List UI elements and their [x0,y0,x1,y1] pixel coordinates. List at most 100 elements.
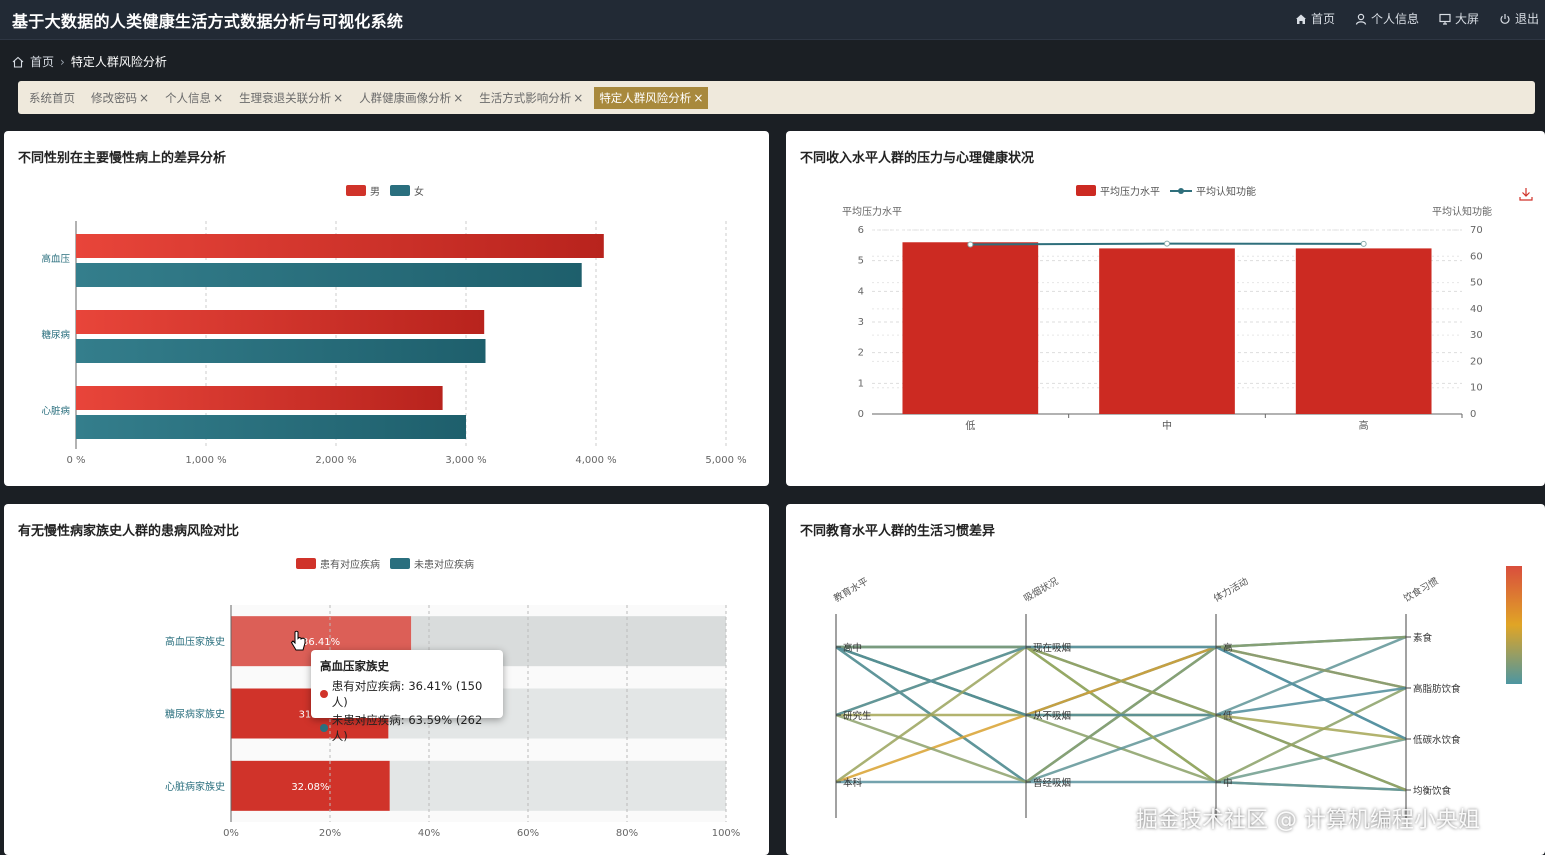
nav-home-label: 首页 [1310,12,1335,26]
axis-category-label: 低碳水饮食 [1413,734,1461,746]
axis-category-label: 高中 [843,642,862,654]
y-tick-label: 1 [858,378,864,389]
close-icon[interactable]: × [453,91,463,105]
axis-category-label: 中 [1223,777,1233,789]
tooltip-title: 高血压家族史 [320,659,389,673]
x-tick-label: 40% [418,828,440,839]
y2-tick-label: 30 [1470,330,1483,341]
close-icon[interactable]: × [573,91,583,105]
parallel-line [836,780,1407,792]
nav-bigscreen-label: 大屏 [1454,12,1479,26]
x-tick-label: 3,000 % [445,455,486,466]
close-icon[interactable]: × [333,91,343,105]
tab-label: 人群健康画像分析 [359,90,452,105]
axis-category-label: 高脂肪饮食 [1413,683,1461,695]
chart-tooltip: 高血压家族史 患有对应疾病: 36.41% (150人) 未患对应疾病: 63.… [311,650,503,743]
y2-tick-label: 20 [1470,356,1483,367]
x-tick-label: 60% [517,828,539,839]
parallel-line [836,713,1407,741]
tab-label: 个人信息 [165,90,212,105]
close-icon[interactable]: × [693,91,703,105]
y-tick-label: 心脏病家族史 [165,780,225,793]
bar [76,263,582,287]
bar [76,310,485,334]
panel-gender-chart: 不同性别在主要慢性病上的差异分析 男 女 0 % 1,000 % 2,000 % 3,… [4,131,769,486]
y-tick-label: 糖尿病家族史 [165,708,225,721]
tab-risk-analysis[interactable]: 特定人群风险分析 × [594,86,709,109]
watermark: 掘金技术社区 @ 计算机编程小央姐 [1136,808,1480,833]
tab-lifestyle-analysis[interactable]: 生活方式影响分析 × [474,87,588,109]
gender-bar-chart: 0 % 1,000 % 2,000 % 3,000 % 4,000 % 5,000 % 高血… [41,221,747,466]
tab-home[interactable]: 系统首页 [24,87,80,109]
breadcrumb-home[interactable]: 首页 [30,53,54,70]
tooltip-row: 患有对应疾病: 36.41% (150人) [320,678,494,710]
bar [1295,248,1432,414]
axis-category-label: 低 [1223,710,1233,722]
breadcrumb: 首页 › 特定人群风险分析 [12,53,167,70]
nav-bigscreen[interactable]: 大屏 [1439,10,1479,27]
x-tick-label: 中 [1162,419,1172,432]
parallel-line [835,635,1407,717]
bar [76,415,466,439]
y-tick-label: 高血压家族史 [165,635,225,648]
axis-category-label: 研究生 [843,710,872,722]
income-combo-chart: 平均压力水平 平均认知功能0123456010203040506070低中高 [842,205,1492,432]
x-tick-label: 高 [1359,419,1369,432]
power-icon [1500,13,1510,24]
home-icon [12,56,24,68]
y-tick-label: 心脏病 [41,405,70,417]
nav-profile-label: 个人信息 [1370,12,1419,26]
tab-profile[interactable]: 个人信息 × [160,87,228,109]
y2-tick-label: 40 [1470,304,1483,315]
close-icon[interactable]: × [139,91,149,105]
axis-name: 体力活动 [1212,575,1251,604]
close-icon[interactable]: × [213,91,223,105]
y2-tick-label: 0 [1470,409,1476,420]
parallel-line [835,635,1407,784]
app-title: 基于大数据的人类健康生活方式数据分析与可视化系统 [12,12,404,31]
tab-label: 系统首页 [29,90,75,105]
tab-label: 修改密码 [91,90,137,105]
x-tick-label: 2,000 % [315,455,356,466]
panel-income-chart: 不同收入水平人群的压力与心理健康状况 平均压力水平 平均认知功能 平均压力水平平… [786,131,1545,486]
nav-logout[interactable]: 退出 [1499,10,1539,27]
line-point [967,241,974,248]
x-tick-label: 5,000 % [705,455,746,466]
bar-value-label: 32.08% [291,782,329,793]
tab-label: 生活方式影响分析 [479,90,572,105]
top-bar: 基于大数据的人类健康生活方式数据分析与可视化系统 首页 个人信息 大屏 退出 [0,0,1545,40]
y-axis-title: 平均压力水平 [842,205,902,218]
top-nav: 首页 个人信息 大屏 退出 [1295,10,1539,27]
axis-name: 饮食习惯 [1402,575,1441,605]
line-point [1360,240,1367,247]
parallel-line [835,635,1407,784]
y2-tick-label: 50 [1470,278,1483,289]
tooltip-row-text: 未患对应疾病: 63.59% (262人) [331,713,483,743]
y2-tick-label: 70 [1470,225,1483,236]
nav-profile[interactable]: 个人信息 [1355,10,1419,27]
y-tick-label: 5 [858,256,864,267]
bar-unaffected [389,760,726,811]
axis-category-label: 均衡饮食 [1413,785,1452,797]
y-tick-label: 0 [858,409,864,420]
x-tick-label: 4,000 % [575,455,616,466]
x-tick-label: 20% [319,828,341,839]
x-tick-label: 80% [616,828,638,839]
axis-name: 吸烟状况 [1022,575,1061,605]
parallel-line [835,645,1407,741]
x-tick-label: 0 % [66,455,85,466]
line-point [1164,240,1170,247]
tab-decline-analysis[interactable]: 生理衰退关联分析 × [234,87,348,109]
nav-logout-label: 退出 [1514,12,1539,26]
x-tick-label: 0% [223,828,239,839]
tooltip-row-text: 患有对应疾病: 36.41% (150人) [331,679,483,709]
nav-home[interactable]: 首页 [1295,10,1335,27]
tab-label: 生理衰退关联分析 [239,90,332,105]
axis-category-label: 素食 [1413,632,1433,644]
y2-axis-title: 平均认知功能 [1432,205,1492,218]
axis-name: 教育水平 [832,575,871,605]
tab-portrait-analysis[interactable]: 人群健康画像分析 × [354,87,468,109]
axis-category-label: 现在吸烟 [1033,642,1071,654]
tab-change-password[interactable]: 修改密码 × [86,87,154,109]
x-tick-label: 1,000 % [185,455,226,466]
